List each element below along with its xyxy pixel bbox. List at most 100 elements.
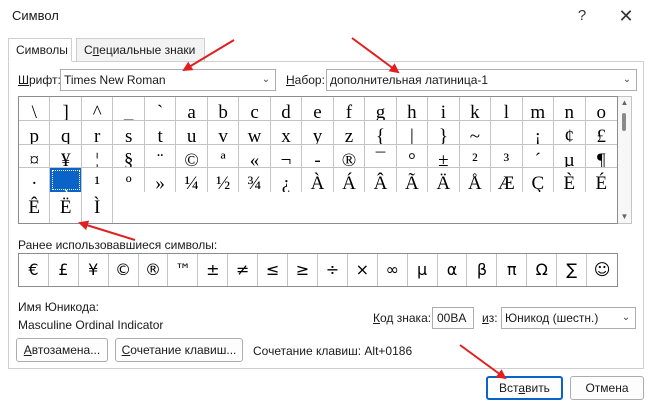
- symbol-cell[interactable]: ^: [81, 97, 114, 121]
- symbol-cell[interactable]: À: [302, 168, 334, 192]
- symbol-cell[interactable]: ·: [19, 168, 51, 192]
- recent-symbol-cell[interactable]: ≤: [258, 254, 289, 286]
- symbol-cell[interactable]: h: [396, 97, 429, 121]
- symbol-cell[interactable]: µ: [554, 144, 586, 169]
- symbol-cell[interactable]: n: [554, 97, 586, 121]
- symbol-cell[interactable]: ³: [491, 144, 523, 169]
- symbol-cell[interactable]: t: [144, 120, 177, 145]
- recent-symbol-cell[interactable]: ©: [109, 254, 139, 286]
- symbol-cell[interactable]: È: [554, 168, 586, 192]
- chevron-down-icon[interactable]: ⌄: [618, 70, 636, 90]
- symbol-cell[interactable]: x: [270, 120, 303, 145]
- symbol-cell[interactable]: Ç: [523, 168, 555, 192]
- symbol-cell[interactable]: l: [491, 97, 523, 121]
- symbol-cell[interactable]: £: [585, 121, 617, 145]
- symbol-cell[interactable]: ¹: [82, 168, 114, 192]
- symbol-cell[interactable]: }: [428, 120, 460, 145]
- symbol-cell[interactable]: `: [144, 97, 177, 121]
- recent-symbol-cell[interactable]: β: [467, 254, 498, 286]
- recent-symbol-cell[interactable]: ×: [348, 254, 378, 286]
- symbol-cell[interactable]: q: [50, 120, 82, 145]
- symbol-cell[interactable]: §: [113, 144, 145, 169]
- recent-symbol-cell[interactable]: £: [49, 254, 79, 286]
- symbol-cell-selected[interactable]: ¸: [50, 168, 82, 192]
- symbol-cell[interactable]: b: [207, 97, 240, 121]
- symbol-cell[interactable]: z: [333, 120, 366, 145]
- symbol-cell[interactable]: ¥: [50, 144, 82, 169]
- symbol-cell[interactable]: ©: [176, 144, 208, 169]
- symbol-cell[interactable]: Ê: [19, 192, 51, 223]
- close-icon[interactable]: ✕: [610, 4, 642, 28]
- symbol-cell[interactable]: ¡: [522, 120, 555, 145]
- autocorrect-button[interactable]: Автозамена...: [16, 338, 108, 362]
- symbol-cell[interactable]: f: [333, 97, 366, 121]
- symbol-cell[interactable]: Ë: [50, 192, 82, 223]
- scroll-down-icon[interactable]: ▼: [618, 211, 631, 223]
- help-icon[interactable]: ?: [566, 4, 598, 28]
- symbol-cell[interactable]: g: [365, 97, 397, 121]
- recent-symbol-cell[interactable]: ∞: [378, 254, 408, 286]
- font-select[interactable]: Times New Roman ⌄: [60, 69, 276, 91]
- chevron-down-icon[interactable]: ⌄: [257, 70, 275, 90]
- symbol-cell[interactable]: v: [207, 120, 240, 145]
- symbol-cell[interactable]: Â: [365, 168, 397, 192]
- symbol-cell[interactable]: ¿: [271, 168, 303, 192]
- symbol-cell[interactable]: _: [113, 97, 145, 121]
- recent-symbol-cell[interactable]: €: [19, 254, 49, 286]
- recent-symbol-cell[interactable]: ±: [198, 254, 229, 286]
- symbol-cell[interactable]: Æ: [491, 168, 523, 192]
- symbol-cell[interactable]: \: [19, 97, 51, 121]
- recent-symbol-cell[interactable]: ∑: [557, 254, 588, 286]
- symbol-cell[interactable]: |: [396, 120, 429, 145]
- symbol-cell[interactable]: Å: [460, 168, 492, 192]
- symbol-cell[interactable]: ½: [208, 168, 240, 192]
- symbol-cell[interactable]: d: [270, 97, 303, 121]
- chevron-down-icon[interactable]: ⌄: [617, 308, 635, 328]
- recent-symbol-cell[interactable]: ≥: [288, 254, 318, 286]
- symbol-cell[interactable]: a: [176, 97, 208, 121]
- symbol-cell[interactable]: ¦: [81, 144, 114, 169]
- recent-symbol-cell[interactable]: π: [497, 254, 528, 286]
- recent-symbol-cell[interactable]: ÷: [318, 254, 348, 286]
- symbol-cell[interactable]: ]: [50, 97, 82, 121]
- symbol-cell[interactable]: c: [239, 97, 271, 121]
- symbol-cell[interactable]: u: [176, 120, 208, 145]
- symbol-cell[interactable]: Á: [334, 168, 366, 192]
- symbol-cell[interactable]: k: [459, 97, 492, 121]
- symbol-cell[interactable]: r: [81, 120, 114, 145]
- recent-symbol-cell[interactable]: ™: [168, 254, 199, 286]
- symbol-cell[interactable]: [491, 120, 523, 145]
- subset-select[interactable]: дополнительная латиница-1 ⌄: [326, 69, 637, 91]
- symbol-cell[interactable]: ª: [207, 144, 240, 169]
- symbol-cell[interactable]: ¯: [365, 144, 397, 169]
- symbol-cell[interactable]: {: [365, 120, 397, 145]
- symbol-cell[interactable]: ¢: [554, 120, 586, 145]
- recent-symbol-cell[interactable]: ®: [139, 254, 169, 286]
- symbol-cell[interactable]: ®: [333, 144, 366, 169]
- symbol-cell[interactable]: w: [239, 120, 271, 145]
- symbol-cell[interactable]: º: [113, 168, 145, 192]
- symbol-cell[interactable]: s: [113, 120, 145, 145]
- symbol-cell[interactable]: ¨: [144, 144, 177, 169]
- symbol-cell[interactable]: Ä: [428, 168, 460, 192]
- recent-symbol-cell[interactable]: α: [438, 254, 468, 286]
- symbol-cell[interactable]: ´: [522, 144, 555, 169]
- symbol-cell[interactable]: i: [428, 97, 460, 121]
- recent-symbol-cell[interactable]: ≠: [228, 254, 259, 286]
- symbol-cell[interactable]: «: [239, 144, 271, 169]
- symbol-cell[interactable]: ²: [459, 144, 492, 169]
- cancel-button[interactable]: Отмена: [570, 376, 644, 400]
- symbol-cell[interactable]: °: [396, 144, 429, 169]
- from-select[interactable]: Юникод (шестн.) ⌄: [501, 307, 636, 329]
- symbol-cell[interactable]: -: [302, 144, 334, 169]
- recent-symbols-grid[interactable]: € £ ¥ © ® ™ ± ≠ ≤ ≥ ÷ × ∞ µ α β π Ω ∑ ☺: [18, 253, 618, 287]
- recent-symbol-cell[interactable]: ☺: [587, 254, 617, 286]
- symbol-cell[interactable]: m: [522, 97, 555, 121]
- symbol-grid-scrollbar[interactable]: ▲ ▼: [618, 96, 632, 224]
- symbol-grid[interactable]: \] ^ _ ` a b c d e f g h i k l m n o p q r s t u v w x y z{|} ~ ¡ ¢ £ ¤ ¥ ¦…: [18, 96, 618, 224]
- tab-symbols[interactable]: Символы: [8, 38, 72, 62]
- recent-symbol-cell[interactable]: ¥: [79, 254, 109, 286]
- symbol-cell[interactable]: ~: [459, 120, 492, 145]
- symbol-cell[interactable]: o: [585, 97, 617, 121]
- symbol-cell[interactable]: y: [302, 120, 334, 145]
